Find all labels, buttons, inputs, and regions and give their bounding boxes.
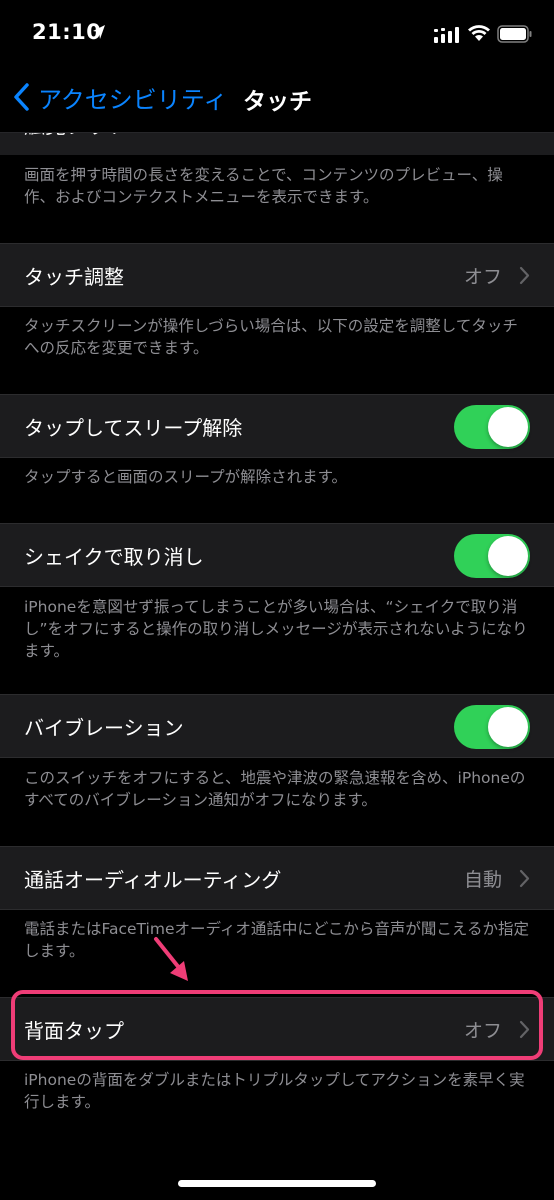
- chevron-right-icon: [519, 1020, 530, 1039]
- wifi-icon: [468, 25, 490, 41]
- page-title: タッチ: [243, 89, 312, 115]
- location-arrow-icon: [93, 25, 105, 39]
- toggle-knob: [488, 707, 528, 747]
- battery-icon: [497, 25, 532, 43]
- vibration-label: バイブレーション: [24, 716, 184, 740]
- back-tap-label: 背面タップ: [24, 1019, 124, 1043]
- back-tap-footer: iPhoneの背面をダブルまたはトリプルタップしてアクションを素早く実行します。: [24, 1071, 525, 1111]
- haptic-touch-footer: 画面を押す時間の長さを変えることで、コンテンツのプレビュー、操作、およびコンテク…: [24, 166, 503, 206]
- back-tap-value: オフ: [463, 1020, 502, 1042]
- vibration-toggle[interactable]: [454, 705, 530, 749]
- navigation-bar: アクセシビリティ タッチ: [0, 70, 554, 133]
- touch-accommodations-footer: タッチスクリーンが操作しづらい場合は、以下の設定を調整してタッチへの反応を変更で…: [24, 317, 518, 357]
- vibration-footer: このスイッチをオフにすると、地震や津波の緊急速報を含め、iPhoneのすべてのバ…: [24, 769, 526, 809]
- shake-to-undo-toggle[interactable]: [454, 534, 530, 578]
- toggle-knob: [488, 407, 528, 447]
- call-audio-routing-label: 通話オーディオルーティング: [24, 868, 282, 892]
- chevron-right-icon: [519, 266, 530, 285]
- call-audio-routing-footer: 電話またはFaceTimeオーディオ通話中にどこから音声が聞こえるか指定します。: [24, 920, 529, 960]
- cellular-signal-icon: [434, 27, 459, 43]
- back-button-label: アクセシビリティ: [38, 85, 228, 114]
- touch-accommodations-value: オフ: [463, 266, 502, 288]
- tap-to-wake-footer: タップすると画面のスリープが解除されます。: [24, 468, 348, 486]
- back-button[interactable]: アクセシビリティ: [12, 80, 227, 114]
- status-bar: 21:10: [0, 0, 554, 70]
- vibration-row: バイブレーション: [0, 694, 554, 758]
- call-audio-routing-row[interactable]: 通話オーディオルーティング 自動: [0, 846, 554, 910]
- tap-to-wake-toggle[interactable]: [454, 405, 530, 449]
- shake-to-undo-footer: iPhoneを意図せず振ってしまうことが多い場合は、“シェイクで取り消し”をオフ…: [24, 598, 528, 660]
- shake-to-undo-row: シェイクで取り消し: [0, 523, 554, 587]
- annotation-arrow-icon: [154, 937, 188, 981]
- touch-accommodations-row[interactable]: タッチ調整 オフ: [0, 243, 554, 307]
- call-audio-routing-value: 自動: [463, 869, 502, 891]
- chevron-left-icon: [14, 83, 29, 111]
- tap-to-wake-label: タップしてスリープ解除: [24, 416, 243, 440]
- back-tap-row[interactable]: 背面タップ オフ: [0, 997, 554, 1061]
- touch-accommodations-label: タッチ調整: [24, 265, 124, 289]
- chevron-right-icon: [519, 869, 530, 888]
- home-indicator[interactable]: [178, 1180, 376, 1187]
- toggle-knob: [488, 536, 528, 576]
- tap-to-wake-row: タップしてスリープ解除: [0, 394, 554, 458]
- shake-to-undo-label: シェイクで取り消し: [24, 545, 204, 569]
- status-time: 21:10: [32, 20, 102, 44]
